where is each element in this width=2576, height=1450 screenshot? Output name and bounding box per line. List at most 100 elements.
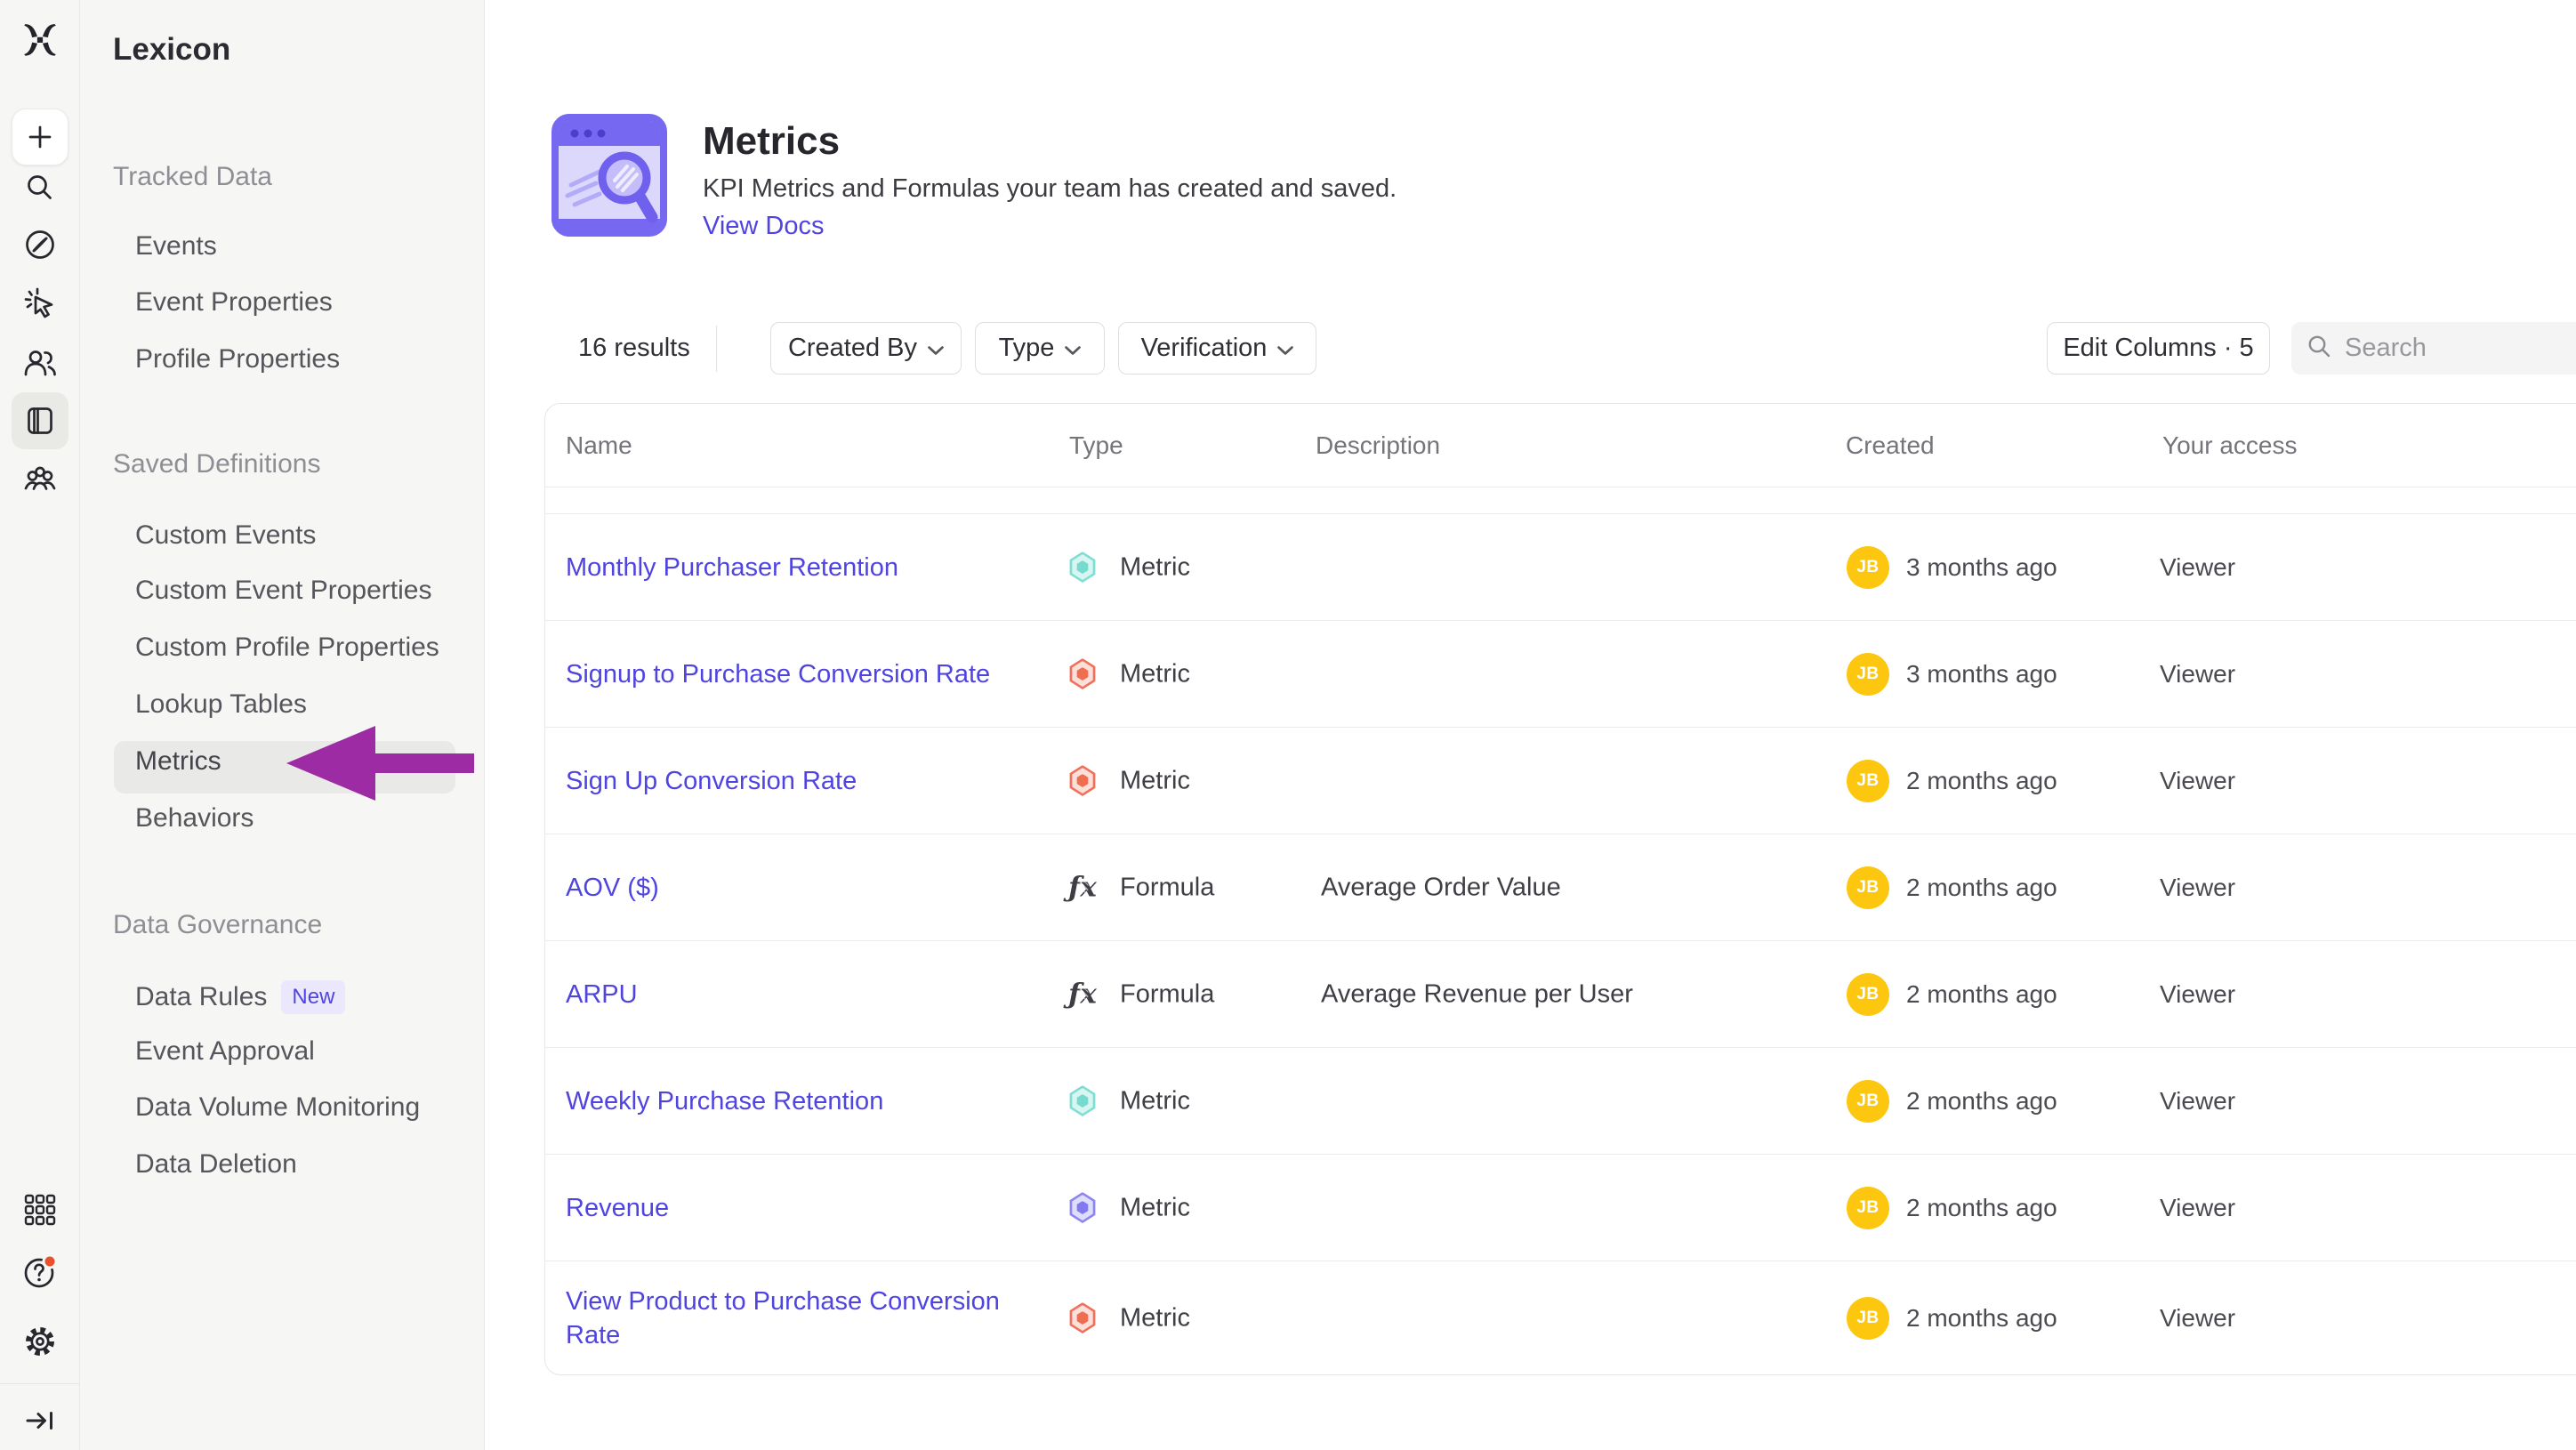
sidebar-item-custom-profile-properties[interactable]: Custom Profile Properties xyxy=(135,632,439,663)
table-header-row: Name Type Description Created Your acces… xyxy=(545,404,2576,487)
page-title: Metrics xyxy=(703,119,840,164)
access-cell: Viewer xyxy=(2160,553,2235,582)
search-nav-icon[interactable] xyxy=(22,171,58,206)
metric-name-link[interactable]: Weekly Purchase Retention xyxy=(566,1084,1051,1118)
avatar: JB xyxy=(1847,973,1889,1016)
type-label: Metric xyxy=(1120,1303,1190,1333)
filter-verification[interactable]: Verification xyxy=(1118,322,1316,375)
table-row[interactable]: Weekly Purchase Retention ƒx Metric JB 2… xyxy=(545,1048,2576,1155)
filter-created-by[interactable]: Created By xyxy=(770,322,962,375)
filter-type[interactable]: Type xyxy=(975,322,1105,375)
main-content: Metrics KPI Metrics and Formulas your te… xyxy=(485,0,2576,1450)
rail-divider xyxy=(0,1383,80,1384)
formula-type-icon: ƒx xyxy=(1068,979,1097,1010)
created-date: 3 months ago xyxy=(1906,553,2057,582)
help-icon[interactable] xyxy=(22,1254,58,1290)
table-row[interactable]: Signup to Purchase Conversion Rate ƒx Me… xyxy=(545,621,2576,728)
metric-name-link[interactable]: ARPU xyxy=(566,978,1051,1011)
avatar: JB xyxy=(1847,760,1889,802)
sidebar-item-event-properties[interactable]: Event Properties xyxy=(135,287,333,318)
create-new-button[interactable] xyxy=(12,109,68,165)
toolbar-divider xyxy=(716,326,717,372)
column-header-description[interactable]: Description xyxy=(1316,431,1440,460)
created-date: 2 months ago xyxy=(1906,1194,2057,1222)
sidebar-item-profile-properties[interactable]: Profile Properties xyxy=(135,344,340,375)
metric-type-icon: ƒx xyxy=(1068,658,1097,689)
cursor-click-icon[interactable] xyxy=(22,286,58,322)
metric-name-link[interactable]: Revenue xyxy=(566,1191,1051,1225)
column-header-your-access[interactable]: Your access xyxy=(2162,431,2298,460)
sidebar-item-custom-event-properties[interactable]: Custom Event Properties xyxy=(135,576,431,606)
view-docs-link[interactable]: View Docs xyxy=(703,212,824,241)
cohorts-icon[interactable] xyxy=(22,461,58,496)
access-cell: Viewer xyxy=(2160,874,2235,902)
chevron-down-icon xyxy=(928,334,944,363)
sidebar-item-data-volume-monitoring[interactable]: Data Volume Monitoring xyxy=(135,1092,420,1123)
sidebar-item-data-rules[interactable]: Data Rules New xyxy=(135,980,345,1014)
table-row[interactable]: Monthly Purchaser Retention ƒx Metric JB… xyxy=(545,514,2576,621)
apps-grid-icon[interactable] xyxy=(22,1192,58,1228)
avatar: JB xyxy=(1847,653,1889,696)
new-badge: New xyxy=(281,980,345,1014)
column-header-type[interactable]: Type xyxy=(1069,431,1123,460)
mixpanel-logo-icon xyxy=(22,23,58,59)
metric-name-link[interactable]: Signup to Purchase Conversion Rate xyxy=(566,657,1051,691)
lexicon-book-icon[interactable] xyxy=(22,403,58,439)
created-date: 3 months ago xyxy=(1906,660,2057,689)
created-date: 2 months ago xyxy=(1906,767,2057,795)
column-header-name[interactable]: Name xyxy=(566,431,632,460)
plus-icon xyxy=(12,154,68,167)
sidebar-item-events[interactable]: Events xyxy=(135,231,217,262)
section-heading-saved-definitions: Saved Definitions xyxy=(113,449,320,479)
created-date: 2 months ago xyxy=(1906,1087,2057,1116)
metric-name-link[interactable]: View Product to Purchase Conversion Rate xyxy=(566,1285,1051,1352)
created-date: 2 months ago xyxy=(1906,874,2057,902)
search-input[interactable] xyxy=(2345,334,2567,363)
metric-type-icon: ƒx xyxy=(1068,765,1097,796)
sidebar-item-data-deletion[interactable]: Data Deletion xyxy=(135,1149,297,1180)
sidebar-item-custom-events[interactable]: Custom Events xyxy=(135,520,316,551)
type-label: Metric xyxy=(1120,1086,1190,1116)
access-cell: Viewer xyxy=(2160,767,2235,795)
formula-type-icon: ƒx xyxy=(1068,872,1097,903)
column-header-created[interactable]: Created xyxy=(1846,431,1935,460)
settings-gear-icon[interactable] xyxy=(22,1324,58,1359)
metric-type-icon: ƒx xyxy=(1068,1192,1097,1223)
search-icon xyxy=(2307,334,2331,363)
access-cell: Viewer xyxy=(2160,660,2235,689)
access-cell: Viewer xyxy=(2160,1194,2235,1222)
table-row[interactable]: Sign Up Conversion Rate ƒx Metric JB 2 m… xyxy=(545,728,2576,834)
description-cell: Average Order Value xyxy=(1321,873,1819,902)
metrics-table: Name Type Description Created Your acces… xyxy=(544,403,2576,1375)
avatar: JB xyxy=(1847,1297,1889,1340)
table-row[interactable]: Revenue ƒx Metric JB 2 months ago Viewer xyxy=(545,1155,2576,1261)
table-row[interactable]: AOV ($) ƒx Formula Average Order Value J… xyxy=(545,834,2576,941)
metric-type-icon: ƒx xyxy=(1068,552,1097,583)
sidebar-item-behaviors[interactable]: Behaviors xyxy=(135,803,254,834)
metric-name-link[interactable]: Sign Up Conversion Rate xyxy=(566,764,1051,798)
created-date: 2 months ago xyxy=(1906,980,2057,1009)
users-icon[interactable] xyxy=(22,345,58,381)
results-count: 16 results xyxy=(578,322,690,375)
type-label: Metric xyxy=(1120,659,1190,689)
sidebar-item-lookup-tables[interactable]: Lookup Tables xyxy=(135,689,307,720)
sidebar-item-event-approval[interactable]: Event Approval xyxy=(135,1036,315,1067)
metric-name-link[interactable]: Monthly Purchaser Retention xyxy=(566,551,1051,584)
sidebar-item-metrics[interactable]: Metrics xyxy=(135,746,221,777)
notification-dot xyxy=(44,1255,56,1268)
collapse-sidebar-icon[interactable] xyxy=(22,1403,58,1438)
type-label: Formula xyxy=(1120,979,1214,1009)
compass-icon[interactable] xyxy=(22,227,58,262)
search-box[interactable] xyxy=(2291,322,2576,375)
section-heading-data-governance: Data Governance xyxy=(113,910,322,940)
access-cell: Viewer xyxy=(2160,980,2235,1009)
edit-columns-button[interactable]: Edit Columns · 5 xyxy=(2047,322,2270,375)
table-row[interactable]: ARPU ƒx Formula Average Revenue per User… xyxy=(545,941,2576,1048)
metric-name-link[interactable]: AOV ($) xyxy=(566,871,1051,905)
section-heading-tracked-data: Tracked Data xyxy=(113,162,272,192)
chevron-down-icon xyxy=(1065,334,1081,363)
avatar: JB xyxy=(1847,866,1889,909)
type-label: Formula xyxy=(1120,873,1214,902)
type-label: Metric xyxy=(1120,766,1190,795)
table-row[interactable]: View Product to Purchase Conversion Rate… xyxy=(545,1261,2576,1374)
